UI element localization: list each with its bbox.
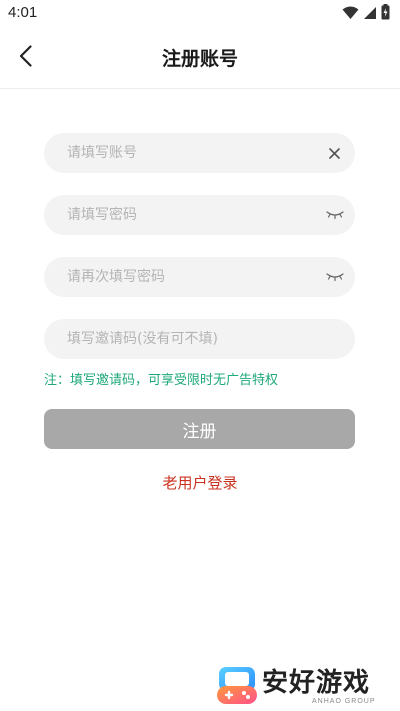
eye-closed-icon[interactable] — [325, 207, 345, 223]
watermark-subtitle: ANHAO GROUP — [312, 698, 376, 705]
watermark-title: 安好游戏 — [262, 668, 371, 698]
invite-code-input[interactable] — [67, 319, 317, 359]
signal-icon — [363, 5, 377, 24]
password-input[interactable] — [67, 195, 317, 235]
invite-hint-text: 注：填写邀请码，可享受限时无广告特权 — [44, 373, 279, 388]
old-user-login-link[interactable]: 老用户登录 — [0, 472, 400, 493]
header: 注册账号 — [0, 28, 400, 89]
wifi-icon — [342, 5, 359, 24]
confirm-password-field — [44, 257, 355, 297]
eye-closed-icon[interactable] — [325, 269, 345, 285]
page-title: 注册账号 — [161, 48, 238, 70]
clear-icon[interactable] — [325, 144, 343, 162]
gamepad-logo-icon — [216, 664, 258, 706]
register-button[interactable]: 注册 — [44, 409, 355, 449]
watermark-logo: 安好游戏 ANHAO GROUP — [216, 662, 394, 710]
status-icons — [342, 4, 390, 24]
invite-code-field — [44, 319, 355, 359]
confirm-password-input[interactable] — [67, 257, 317, 297]
battery-charging-icon — [381, 4, 390, 24]
account-field — [44, 133, 355, 173]
register-screen: 4:01 注册账号 请填写账号 填写邀请码(没有可不填) 注：填写邀请码，可享受… — [0, 0, 400, 711]
password-field — [44, 195, 355, 235]
status-time: 4:01 — [8, 4, 38, 21]
status-bar: 4:01 — [0, 0, 400, 28]
account-input[interactable] — [67, 133, 317, 173]
